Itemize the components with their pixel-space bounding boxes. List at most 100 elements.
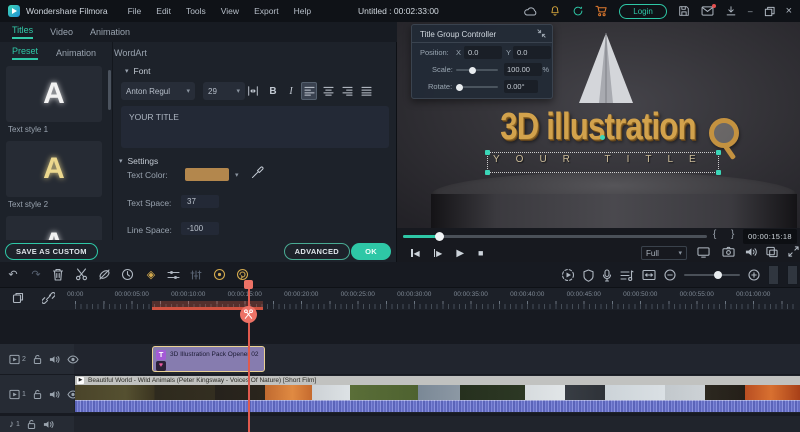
text-style-item[interactable]: A Text style 2 bbox=[6, 141, 106, 210]
pip-icon[interactable] bbox=[766, 246, 778, 258]
mute-track-icon[interactable] bbox=[49, 389, 60, 400]
seek-slider[interactable] bbox=[403, 232, 707, 241]
menu-item[interactable]: Tools bbox=[186, 6, 206, 16]
selection-box[interactable] bbox=[485, 150, 721, 175]
playhead-handle[interactable] bbox=[244, 280, 253, 289]
keyframe-button[interactable]: ◈ bbox=[144, 268, 158, 281]
preview-headline-text[interactable]: 3D illustration bbox=[482, 106, 713, 149]
menu-item[interactable]: File bbox=[128, 6, 142, 16]
fullscreen-icon[interactable] bbox=[788, 246, 799, 257]
align-left-button[interactable] bbox=[301, 82, 317, 100]
audio-mixer-button[interactable] bbox=[620, 269, 634, 282]
mute-track-icon[interactable] bbox=[43, 419, 54, 430]
mark-in-icon[interactable]: { bbox=[713, 229, 716, 240]
next-frame-button[interactable]: ▶ bbox=[433, 249, 442, 258]
tab-preset[interactable]: Preset bbox=[12, 46, 39, 60]
settings-section-header[interactable]: ▾ Settings bbox=[119, 156, 158, 166]
save-as-custom-button[interactable]: SAVE AS CUSTOM bbox=[5, 243, 98, 260]
chevron-down-icon[interactable]: ▾ bbox=[235, 171, 239, 179]
tab-animation-presets[interactable]: Animation bbox=[56, 48, 96, 58]
advanced-button[interactable]: ADVANCED bbox=[283, 243, 350, 260]
bold-button[interactable]: B bbox=[265, 82, 281, 100]
collapse-icon[interactable] bbox=[537, 29, 546, 38]
tab-video[interactable]: Video bbox=[50, 27, 73, 37]
title-group-controller[interactable]: Title Group Controller Position: X 0.0 Y… bbox=[411, 24, 553, 99]
lock-icon[interactable] bbox=[33, 389, 42, 400]
ok-button[interactable]: OK bbox=[351, 243, 391, 260]
undo-button[interactable]: ↶ bbox=[6, 268, 20, 281]
align-right-button[interactable] bbox=[339, 82, 355, 100]
text-color-swatch[interactable] bbox=[185, 168, 229, 181]
save-project-icon[interactable] bbox=[678, 5, 690, 17]
timeline-scrollbar[interactable] bbox=[768, 265, 779, 285]
scale-input[interactable]: 100.00 bbox=[504, 63, 542, 76]
rotate-input[interactable]: 0.00° bbox=[504, 80, 538, 93]
timeline-ruler[interactable]: 00:00 00:00:05:00 00:00:10:00 00:00:15:00 00… bbox=[0, 288, 800, 310]
menu-item[interactable]: Edit bbox=[156, 6, 171, 16]
mark-out-icon[interactable]: } bbox=[731, 229, 734, 240]
text-style-item[interactable]: A Text style 1 bbox=[6, 66, 106, 135]
color-match-button[interactable] bbox=[213, 268, 227, 281]
speed-button[interactable] bbox=[121, 268, 135, 281]
rotate-slider-thumb[interactable] bbox=[456, 83, 463, 91]
play-button[interactable]: ▶ bbox=[456, 248, 464, 259]
messages-icon[interactable] bbox=[701, 4, 716, 16]
font-family-select[interactable]: Anton Regul ▾ bbox=[121, 82, 195, 100]
selection-handle[interactable] bbox=[485, 150, 490, 155]
rotate-slider[interactable] bbox=[456, 83, 498, 91]
download-icon[interactable] bbox=[725, 5, 737, 17]
italic-button[interactable]: I bbox=[283, 82, 299, 100]
mute-icon[interactable] bbox=[745, 246, 757, 258]
cloud-icon[interactable] bbox=[524, 6, 538, 17]
menu-item[interactable]: Help bbox=[294, 6, 311, 16]
delete-button[interactable] bbox=[52, 268, 66, 281]
preview-viewport[interactable]: 3D illustration YOUR TITLE Title Group C… bbox=[397, 22, 800, 228]
lock-icon[interactable] bbox=[33, 354, 42, 365]
scale-slider-thumb[interactable] bbox=[468, 66, 476, 74]
restore-button[interactable] bbox=[764, 6, 775, 17]
font-size-select[interactable]: 29 ▾ bbox=[203, 82, 245, 100]
title-text-input[interactable]: YOUR TITLE bbox=[121, 106, 389, 148]
line-space-input[interactable]: -100 bbox=[181, 222, 219, 235]
fit-select[interactable]: Full ▾ bbox=[641, 246, 687, 260]
lock-icon[interactable] bbox=[27, 419, 36, 430]
text-style-item[interactable]: A bbox=[6, 216, 106, 240]
selection-handle-top[interactable] bbox=[600, 135, 605, 140]
zoom-in-button[interactable] bbox=[748, 269, 760, 281]
align-justify-button[interactable] bbox=[358, 82, 374, 100]
letter-spacing-icon[interactable] bbox=[245, 82, 261, 100]
eyedropper-icon[interactable] bbox=[251, 166, 264, 179]
previous-frame-button[interactable]: ◀ bbox=[411, 249, 420, 258]
tab-titles[interactable]: Titles bbox=[12, 25, 34, 39]
selection-handle[interactable] bbox=[716, 150, 721, 155]
menu-item[interactable]: Export bbox=[254, 6, 279, 16]
seek-knob[interactable] bbox=[435, 232, 445, 241]
close-button[interactable]: × bbox=[786, 5, 792, 17]
zoom-slider-thumb[interactable] bbox=[713, 271, 722, 279]
record-button[interactable] bbox=[561, 268, 575, 282]
text-style-thumbnail[interactable]: A bbox=[6, 216, 102, 240]
selection-handle[interactable] bbox=[485, 170, 490, 175]
cart-icon[interactable] bbox=[595, 5, 608, 17]
timeline-scrollbar[interactable] bbox=[787, 265, 798, 285]
redo-button[interactable]: ↷ bbox=[29, 268, 43, 281]
mute-track-icon[interactable] bbox=[49, 354, 60, 365]
menu-item[interactable]: View bbox=[221, 6, 239, 16]
split-button[interactable] bbox=[75, 268, 89, 281]
styles-scrollbar[interactable] bbox=[108, 70, 111, 110]
selection-handle[interactable] bbox=[716, 170, 721, 175]
crop-button[interactable] bbox=[98, 268, 112, 281]
login-button[interactable]: Login bbox=[619, 3, 667, 19]
position-y-input[interactable]: 0.0 bbox=[513, 46, 551, 59]
font-section-header[interactable]: ▾ Font bbox=[125, 66, 151, 76]
position-x-input[interactable]: 0.0 bbox=[464, 46, 502, 59]
audio-meter-button[interactable] bbox=[190, 269, 204, 281]
display-device-icon[interactable] bbox=[697, 246, 710, 258]
minimize-button[interactable]: – bbox=[748, 6, 753, 16]
video-clip[interactable]: ▶ Beautiful World - Wild Animals (Peter … bbox=[75, 376, 800, 412]
text-space-input[interactable]: 37 bbox=[181, 195, 219, 208]
adjust-button[interactable] bbox=[167, 269, 181, 281]
playhead-scissors-badge[interactable] bbox=[240, 306, 257, 323]
fit-timeline-button[interactable] bbox=[642, 269, 656, 281]
hide-track-icon[interactable] bbox=[67, 354, 79, 364]
